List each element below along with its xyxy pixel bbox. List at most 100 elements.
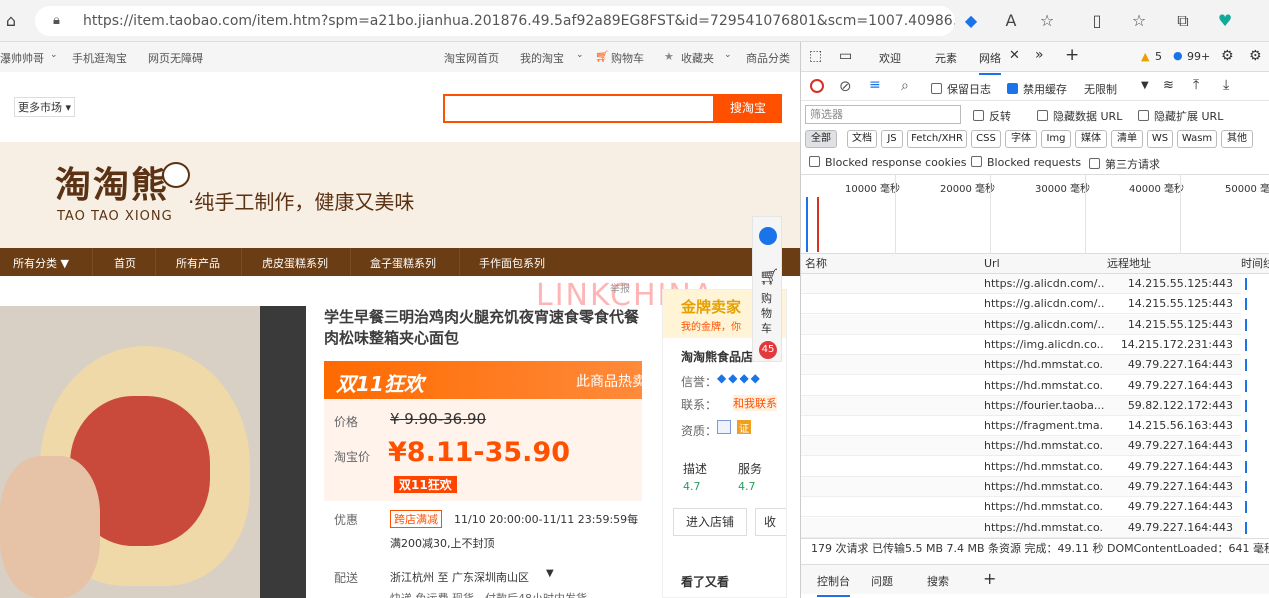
record-icon[interactable]	[810, 79, 824, 93]
preserve-log-checkbox[interactable]: 保留日志	[931, 81, 991, 97]
blocked-requests-checkbox[interactable]: Blocked requests	[971, 156, 1081, 169]
market-dropdown[interactable]: 更多市场 ▾	[14, 97, 76, 117]
my-taobao-link[interactable]: 我的淘宝	[520, 50, 564, 66]
request-row[interactable]: tbnav-toolkit?wh_biz=tm&...https://fragm…	[801, 416, 1241, 437]
coupon-tag[interactable]: 跨店满减	[390, 510, 442, 528]
read-aloud-icon[interactable]: A	[1000, 10, 1022, 32]
request-row[interactable]: 0818.1443.12003?gmkey=C...https://hd.mms…	[801, 497, 1241, 518]
upload-icon[interactable]: ⤒	[1193, 77, 1199, 93]
hide-data-url-checkbox[interactable]: 隐藏数据 URL	[1037, 108, 1122, 124]
device-icon[interactable]: ▭	[839, 48, 852, 64]
type-css[interactable]: CSS	[971, 130, 1001, 148]
filter-icon[interactable]: ≡	[869, 77, 881, 93]
add-drawer-tab-icon[interactable]: +	[983, 569, 996, 588]
catbar-item[interactable]: 所有分类 ▼	[13, 255, 69, 271]
col-remote[interactable]: 远程地址	[1107, 254, 1151, 274]
more-tabs-icon[interactable]: »	[1035, 47, 1044, 63]
type-other[interactable]: 其他	[1221, 130, 1253, 148]
favorites-icon[interactable]: ☆	[1128, 10, 1150, 32]
category-link[interactable]: 商品分类	[746, 50, 790, 66]
search-icon[interactable]: ⌕	[901, 78, 909, 94]
settings-icon[interactable]: ⚙	[1249, 48, 1262, 64]
contact-button[interactable]: 和我联系	[733, 395, 777, 411]
invert-checkbox[interactable]: 反转	[973, 108, 1011, 124]
request-row[interactable]: CHAT_BC.light.addon_val?g...https://hd.m…	[801, 375, 1241, 396]
filter-input[interactable]: 筛选器	[805, 105, 961, 124]
hide-ext-url-checkbox[interactable]: 隐藏扩展 URL	[1138, 108, 1223, 124]
search-input[interactable]	[443, 94, 715, 123]
clear-icon[interactable]: ⊘	[839, 77, 852, 95]
request-row[interactable]: favicon.icohttps://img.alicdn.co...14.21…	[801, 334, 1241, 355]
request-row[interactable]: 0818.1443.12003?gmkey=C...https://hd.mms…	[801, 477, 1241, 497]
mobile-link[interactable]: 手机逛淘宝	[72, 50, 127, 66]
catbar-item[interactable]: 首页	[114, 255, 136, 271]
col-timeline[interactable]: 时间线	[1241, 254, 1269, 274]
type-media[interactable]: 媒体	[1075, 130, 1107, 148]
tab-welcome[interactable]: 欢迎	[879, 50, 901, 66]
enter-shop-button[interactable]: 进入店铺	[673, 508, 747, 536]
inspect-icon[interactable]: ⬚	[809, 48, 822, 64]
type-js[interactable]: JS	[881, 130, 903, 148]
catbar-item[interactable]: 所有产品	[176, 255, 220, 271]
catbar-item[interactable]: 手作面包系列	[479, 255, 545, 271]
request-row[interactable]: 0818.1443.12003?gmkey=C...https://hd.mms…	[801, 456, 1241, 477]
add-tab-icon[interactable]: +	[1065, 45, 1079, 65]
shop-name[interactable]: 淘淘熊食品店	[681, 348, 753, 365]
type-wasm[interactable]: Wasm	[1177, 130, 1217, 148]
home-icon[interactable]: ⌂	[0, 10, 22, 32]
cart-link[interactable]: 购物车	[611, 50, 644, 66]
request-row[interactable]: tongji?gmkey=&gokey=typ...https://hd.mms…	[801, 517, 1241, 538]
request-row[interactable]: CHAT_BC.light.addon_val?g...https://hd.m…	[801, 355, 1241, 376]
col-name[interactable]: 名称	[805, 254, 827, 274]
address-bar[interactable]: 🔒︎ https://item.taobao.com/item.htm?spm=…	[35, 6, 955, 36]
drawer-tab-issues[interactable]: 问题	[871, 573, 893, 589]
catbar-item[interactable]: 盒子蛋糕系列	[370, 255, 436, 271]
type-img[interactable]: Img	[1041, 130, 1071, 148]
drawer-tab-search[interactable]: 搜索	[927, 573, 949, 589]
third-party-checkbox[interactable]: 第三方请求	[1089, 156, 1160, 172]
type-fetch[interactable]: Fetch/XHR	[907, 130, 967, 148]
type-font[interactable]: 字体	[1005, 130, 1037, 148]
drawer-tab-console[interactable]: 控制台	[817, 573, 850, 597]
wifi-icon[interactable]: ≋	[1163, 78, 1174, 93]
tab-elements[interactable]: 元素	[935, 50, 957, 66]
extension-icon[interactable]: ◆	[960, 10, 982, 32]
license-icon[interactable]	[717, 420, 731, 434]
collections-icon[interactable]: ⧉	[1172, 10, 1194, 32]
fav-link[interactable]: 收藏夹	[681, 50, 714, 66]
message-icon[interactable]: ●	[1173, 49, 1183, 62]
health-icon[interactable]: ♥	[1214, 10, 1236, 32]
request-row[interactable]: tbc/??search-suggest/1.4.7/...https://g.…	[801, 274, 1241, 294]
tab-network[interactable]: 网络	[979, 50, 1001, 75]
request-row[interactable]: ts?url=https%3A%2F%2Ffra...https://fouri…	[801, 395, 1241, 416]
type-manifest[interactable]: 清单	[1111, 130, 1143, 148]
close-icon[interactable]: ✕	[1009, 48, 1020, 63]
type-all[interactable]: 全部	[805, 130, 837, 148]
blocked-cookies-checkbox[interactable]: Blocked response cookies	[809, 156, 967, 169]
accessible-link[interactable]: 网页无障碍	[148, 50, 203, 66]
report-link[interactable]: 举报	[610, 280, 630, 295]
request-row[interactable]: core.min.jshttps://g.alicdn.com/...14.21…	[801, 314, 1241, 335]
throttle-select[interactable]: 无限制	[1084, 81, 1117, 97]
col-url[interactable]: Url	[984, 254, 1000, 274]
delivery-route[interactable]: 浙江杭州 至 广东深圳南山区	[390, 569, 529, 585]
cert-icon[interactable]: 证	[737, 420, 751, 435]
product-image[interactable]	[0, 306, 306, 598]
home-link[interactable]: 淘宝网首页	[444, 50, 499, 66]
download-icon[interactable]: ⤓	[1223, 77, 1229, 93]
search-button[interactable]: 搜淘宝	[714, 94, 782, 123]
side-cart[interactable]: 🛒︎ 购物车 45	[752, 216, 782, 362]
customize-icon[interactable]: ⚙	[1221, 48, 1234, 64]
split-screen-icon[interactable]: ▯	[1086, 10, 1108, 32]
user-link[interactable]: 瀑帅帅哥	[0, 50, 44, 66]
favorite-star-icon[interactable]: ☆	[1036, 10, 1058, 32]
request-row[interactable]: 0818.1443.12003?gmkey=C...https://hd.mms…	[801, 436, 1241, 457]
catbar-item[interactable]: 虎皮蛋糕系列	[262, 255, 328, 271]
fav-shop-button[interactable]: 收	[755, 508, 786, 536]
request-row[interactable]: tbc/??search-suggest/1.4.7/...https://g.…	[801, 294, 1241, 315]
chat-icon[interactable]	[759, 227, 777, 245]
type-ws[interactable]: WS	[1147, 130, 1173, 148]
type-doc[interactable]: 文档	[847, 130, 877, 148]
disable-cache-checkbox[interactable]: 禁用缓存	[1007, 81, 1067, 97]
warning-icon[interactable]: ▲	[1141, 50, 1149, 63]
